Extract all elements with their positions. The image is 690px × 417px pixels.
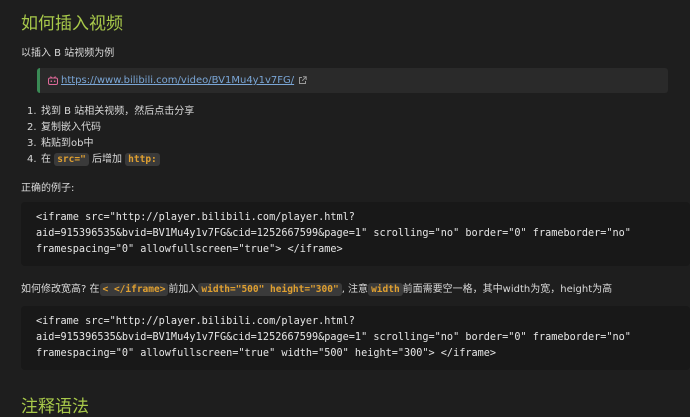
- list-item: 2. 复制嵌入代码: [27, 120, 194, 136]
- code-block-resized[interactable]: <iframe src="http://player.bilibili.com/…: [21, 306, 690, 370]
- list-item: 1. 找到 B 站相关视频，然后点击分享: [27, 104, 194, 120]
- step-number: 1.: [27, 106, 37, 117]
- code-line: framespacing="0" allowfullscreen="true">…: [36, 244, 343, 255]
- intro-text: 以插入 B 站视频为例: [21, 48, 115, 59]
- section-heading: 如何插入视频: [21, 14, 123, 34]
- note-page: 如何插入视频 以插入 B 站视频为例 https://www.bilibili.…: [0, 0, 690, 417]
- code-line: aid=915396535&bvid=BV1Mu4y1v7FG&cid=1252…: [36, 332, 631, 343]
- step-text: 粘贴到ob中: [41, 138, 94, 149]
- code-line: framespacing="0" allowfullscreen="true" …: [36, 348, 497, 359]
- instruction-text: 前加入: [168, 284, 199, 295]
- code-line: aid=915396535&bvid=BV1Mu4y1v7FG&cid=1252…: [36, 228, 631, 239]
- step-text: 复制嵌入代码: [41, 122, 101, 133]
- step-text: 找到 B 站相关视频，然后点击分享: [41, 106, 195, 117]
- external-link-icon: [298, 76, 307, 85]
- step-number: 4.: [27, 154, 37, 165]
- list-item: 3. 粘贴到ob中: [27, 136, 194, 152]
- bilibili-icon: [48, 76, 58, 85]
- inline-code: width: [368, 283, 403, 296]
- instruction-text: 前面需要空一格，其中width为宽，height为高: [402, 284, 613, 295]
- step-number: 2.: [27, 122, 37, 133]
- video-link[interactable]: https://www.bilibili.com/video/BV1Mu4y1v…: [61, 75, 294, 86]
- example-label: 正确的例子:: [21, 183, 75, 194]
- inline-code: width="500" height="300": [198, 283, 342, 296]
- video-link-callout: https://www.bilibili.com/video/BV1Mu4y1v…: [37, 68, 668, 93]
- steps-list: 1. 找到 B 站相关视频，然后点击分享 2. 复制嵌入代码 3. 粘贴到ob中 4.…: [27, 104, 194, 168]
- inline-code: http:: [125, 153, 160, 166]
- list-item: 4. 在 src=" 后增加 http:: [27, 152, 194, 168]
- instruction-text: 如何修改宽高? 在: [21, 284, 100, 295]
- inline-code: src=": [54, 153, 89, 166]
- next-section-heading: 注释语法: [21, 397, 89, 417]
- code-block-example[interactable]: <iframe src="http://player.bilibili.com/…: [21, 202, 690, 266]
- code-line: <iframe src="http://player.bilibili.com/…: [36, 212, 355, 223]
- step-text: 后增加: [88, 154, 126, 165]
- step-number: 3.: [27, 138, 37, 149]
- instruction-text: , 注意: [341, 284, 369, 295]
- step-text: 在: [41, 154, 55, 165]
- inline-code: < </iframe>: [99, 283, 169, 296]
- code-line: <iframe src="http://player.bilibili.com/…: [36, 316, 355, 327]
- resize-instructions: 如何修改宽高? 在 < </iframe> 前加入 width="500" heigh…: [21, 280, 613, 296]
